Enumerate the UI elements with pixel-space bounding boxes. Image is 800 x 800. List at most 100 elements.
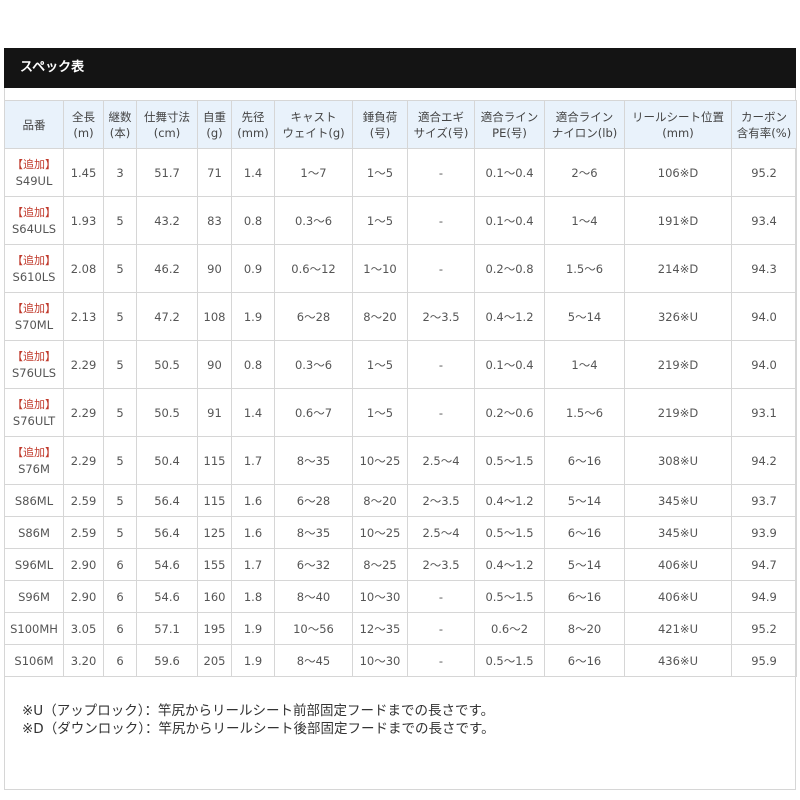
table-cell: 10〜30	[352, 644, 408, 677]
model-cell: 【追加】 S610LS	[4, 244, 64, 293]
table-cell: 125	[197, 516, 232, 549]
table-cell: 6	[103, 580, 137, 613]
column-header-line: 錘負荷	[362, 109, 398, 124]
table-cell: 2.29	[63, 436, 104, 485]
column-header-line: (cm)	[153, 125, 181, 140]
footnotes: ※U（アップロック）：竿尻からリールシート前部固定フードまでの長さです。 ※D（…	[22, 702, 495, 738]
table-cell: 0.5〜1.5	[474, 644, 545, 677]
table-cell: 1.9	[231, 292, 275, 341]
table-cell: 0.4〜1.2	[474, 484, 545, 517]
column-header-line: リールシート位置	[632, 109, 724, 124]
column-header-line: 自重	[203, 109, 226, 124]
table-cell: 6	[103, 548, 137, 581]
table-body: 【追加】 S49UL 1.45 3 51.7 71 1.4 1〜7 1〜5-0.1〜0.4 2〜6…	[4, 148, 797, 677]
table-cell: 6〜16	[544, 644, 625, 677]
table-cell: 5	[103, 244, 137, 293]
table-cell: 6	[103, 612, 137, 645]
table-cell: 1.4	[231, 148, 275, 197]
table-cell: 5	[103, 516, 137, 549]
table-cell: 10〜56	[274, 612, 353, 645]
table-cell: 3.05	[63, 612, 104, 645]
table-cell: 56.4	[136, 484, 198, 517]
column-header: 品番	[4, 100, 64, 149]
model-cell: 【追加】 S70ML	[4, 292, 64, 341]
table-cell: 0.8	[231, 340, 275, 389]
table-cell: 93.4	[731, 196, 797, 245]
column-header-line: (m)	[73, 125, 94, 140]
table-cell: 6〜32	[274, 548, 353, 581]
table-cell: 2.90	[63, 580, 104, 613]
table-row: 【追加】 S49UL 1.45 3 51.7 71 1.4 1〜7 1〜5-0.1〜0.4 2〜6…	[4, 148, 797, 197]
table-cell: 1.6	[231, 516, 275, 549]
table-cell: 12〜35	[352, 612, 408, 645]
note-downlock: ※D（ダウンロック）：竿尻からリールシート後部固定フードまでの長さです。	[22, 721, 495, 737]
table-cell: 0.5〜1.5	[474, 580, 545, 613]
table-cell: 5	[103, 340, 137, 389]
table-cell: 108	[197, 292, 232, 341]
table-cell: 326※U	[624, 292, 732, 341]
new-tag: 【追加】	[12, 349, 56, 363]
column-header-line: ナイロン(lb)	[551, 125, 618, 140]
table-cell: 195	[197, 612, 232, 645]
model-number: S96M	[18, 589, 50, 604]
table-cell: 1〜10	[352, 244, 408, 293]
table-cell: 59.6	[136, 644, 198, 677]
table-cell: 1〜5	[352, 196, 408, 245]
table-cell: 6〜16	[544, 436, 625, 485]
column-header: カーボン 含有率(%)	[731, 100, 797, 149]
table-cell: 8〜35	[274, 516, 353, 549]
model-number: S610LS	[12, 269, 56, 284]
model-number: S64ULS	[11, 221, 57, 236]
model-number: S70ML	[14, 317, 54, 332]
table-cell: 5	[103, 292, 137, 341]
table-cell: 2.29	[63, 388, 104, 437]
model-cell: S100MH	[4, 612, 64, 645]
table-cell: 8〜20	[544, 612, 625, 645]
model-cell: 【追加】 S76ULT	[4, 388, 64, 437]
table-cell: 0.6〜2	[474, 612, 545, 645]
table-cell: 50.5	[136, 388, 198, 437]
table-cell: 160	[197, 580, 232, 613]
column-header: 適合エギ サイズ(号)	[407, 100, 475, 149]
table-cell: 219※D	[624, 340, 732, 389]
table-cell: 205	[197, 644, 232, 677]
table-cell: 0.2〜0.8	[474, 244, 545, 293]
table-cell: 2〜3.5	[407, 292, 475, 341]
table-cell: 1〜5	[352, 148, 408, 197]
table-row: 【追加】 S610LS 2.08 5 46.2 90 0.9 0.6〜12 1〜10-0.2〜0…	[4, 244, 797, 293]
table-cell: 0.4〜1.2	[474, 548, 545, 581]
table-row: S96M 2.90 6 54.6 160 1.8 8〜40 10〜30-0.5〜1.5 6〜16…	[4, 580, 797, 613]
model-number: S86ML	[14, 493, 54, 508]
column-header: 全長 (m)	[63, 100, 104, 149]
table-cell: 0.6〜12	[274, 244, 353, 293]
table-cell: 95.2	[731, 612, 797, 645]
model-cell: S96M	[4, 580, 64, 613]
table-row: S96ML 2.90 6 54.6 155 1.7 6〜32 8〜25 2〜3.5 0.4〜1.2…	[4, 548, 797, 581]
table-cell: 1.6	[231, 484, 275, 517]
table-cell: 406※U	[624, 580, 732, 613]
column-header: 自重 (g)	[197, 100, 232, 149]
table-cell: 3.20	[63, 644, 104, 677]
table-cell: 8〜25	[352, 548, 408, 581]
table-cell: 1〜7	[274, 148, 353, 197]
table-cell: 421※U	[624, 612, 732, 645]
table-cell: 94.0	[731, 292, 797, 341]
column-header-line: (mm)	[662, 125, 694, 140]
model-cell: 【追加】 S64ULS	[4, 196, 64, 245]
table-cell: 1〜4	[544, 340, 625, 389]
table-cell: -	[407, 644, 475, 677]
table-cell: 191※D	[624, 196, 732, 245]
table-cell: 6	[103, 644, 137, 677]
table-cell: 10〜25	[352, 516, 408, 549]
model-cell: 【追加】 S49UL	[4, 148, 64, 197]
table-cell: 6〜28	[274, 484, 353, 517]
table-cell: 2.29	[63, 340, 104, 389]
column-header-line: PE(号)	[492, 125, 527, 140]
model-number: S100MH	[10, 621, 58, 636]
column-header-line: (本)	[109, 125, 131, 140]
table-cell: 1〜4	[544, 196, 625, 245]
column-header-line: 仕舞寸法	[144, 109, 190, 124]
table-cell: 0.1〜0.4	[474, 148, 545, 197]
table-cell: 2〜3.5	[407, 548, 475, 581]
table-cell: 345※U	[624, 516, 732, 549]
